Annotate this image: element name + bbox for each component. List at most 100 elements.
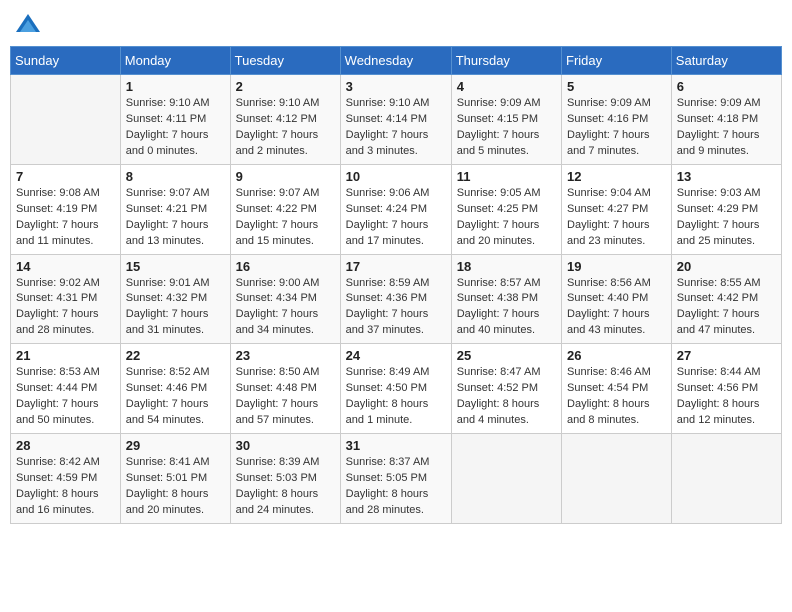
day-info: Sunrise: 8:44 AM Sunset: 4:56 PM Dayligh…: [677, 365, 776, 429]
calendar-week-row: 21Sunrise: 8:53 AM Sunset: 4:44 PM Dayli…: [11, 344, 782, 434]
calendar-cell: 3 Sunrise: 9:10 AM Sunset: 4:14 PM Daylig…: [340, 75, 451, 165]
calendar-cell: 6Sunrise: 9:09 AM Sunset: 4:18 PM Daylig…: [671, 75, 781, 165]
calendar-table: SundayMondayTuesdayWednesdayThursdayFrid…: [10, 46, 782, 524]
day-number: 6: [677, 79, 776, 94]
calendar-cell: 8Sunrise: 9:07 AM Sunset: 4:21 PM Daylig…: [120, 164, 230, 254]
day-info: Sunrise: 8:57 AM Sunset: 4:38 PM Dayligh…: [457, 276, 556, 340]
day-info: Sunrise: 8:59 AM Sunset: 4:36 PM Dayligh…: [346, 276, 446, 340]
day-of-week-header: Wednesday: [340, 47, 451, 75]
logo: [14, 10, 46, 38]
day-info: Sunrise: 9:07 AM Sunset: 4:21 PM Dayligh…: [126, 186, 225, 250]
calendar-cell: 18 Sunrise: 8:57 AM Sunset: 4:38 PM Dayli…: [451, 254, 561, 344]
calendar-cell: 1Sunrise: 9:10 AM Sunset: 4:11 PM Daylig…: [120, 75, 230, 165]
calendar-cell: 4 Sunrise: 9:09 AM Sunset: 4:15 PM Daylig…: [451, 75, 561, 165]
day-info: Sunrise: 9:07 AM Sunset: 4:22 PM Dayligh…: [236, 186, 335, 250]
calendar-cell: 16 Sunrise: 9:00 AM Sunset: 4:34 PM Dayli…: [230, 254, 340, 344]
day-number: 7: [16, 169, 115, 184]
day-number: 26: [567, 348, 666, 363]
day-number: 19: [567, 259, 666, 274]
calendar-cell: 23 Sunrise: 8:50 AM Sunset: 4:48 PM Dayli…: [230, 344, 340, 434]
calendar-week-row: 14 Sunrise: 9:02 AM Sunset: 4:31 PM Dayli…: [11, 254, 782, 344]
calendar-cell: 10 Sunrise: 9:06 AM Sunset: 4:24 PM Dayli…: [340, 164, 451, 254]
day-info: Sunrise: 8:52 AM Sunset: 4:46 PM Dayligh…: [126, 365, 225, 429]
calendar-cell: 26 Sunrise: 8:46 AM Sunset: 4:54 PM Dayli…: [562, 344, 672, 434]
day-info: Sunrise: 8:46 AM Sunset: 4:54 PM Dayligh…: [567, 365, 666, 429]
day-info: Sunrise: 8:37 AM Sunset: 5:05 PM Dayligh…: [346, 455, 446, 519]
day-of-week-header: Thursday: [451, 47, 561, 75]
day-info: Sunrise: 9:03 AM Sunset: 4:29 PM Dayligh…: [677, 186, 776, 250]
calendar-cell: 13 Sunrise: 9:03 AM Sunset: 4:29 PM Dayli…: [671, 164, 781, 254]
day-number: 18: [457, 259, 556, 274]
day-info: Sunrise: 8:50 AM Sunset: 4:48 PM Dayligh…: [236, 365, 335, 429]
calendar-cell: 7 Sunrise: 9:08 AM Sunset: 4:19 PM Daylig…: [11, 164, 121, 254]
day-number: 13: [677, 169, 776, 184]
calendar-cell: 17 Sunrise: 8:59 AM Sunset: 4:36 PM Dayli…: [340, 254, 451, 344]
calendar-cell: 29 Sunrise: 8:41 AM Sunset: 5:01 PM Dayli…: [120, 434, 230, 524]
day-info: Sunrise: 9:01 AM Sunset: 4:32 PM Dayligh…: [126, 276, 225, 340]
calendar-cell: [562, 434, 672, 524]
calendar-cell: 9 Sunrise: 9:07 AM Sunset: 4:22 PM Daylig…: [230, 164, 340, 254]
calendar-week-row: 1Sunrise: 9:10 AM Sunset: 4:11 PM Daylig…: [11, 75, 782, 165]
day-info: Sunrise: 8:39 AM Sunset: 5:03 PM Dayligh…: [236, 455, 335, 519]
day-number: 5: [567, 79, 666, 94]
day-number: 14: [16, 259, 115, 274]
day-number: 15: [126, 259, 225, 274]
day-number: 12: [567, 169, 666, 184]
day-number: 31: [346, 438, 446, 453]
day-of-week-header: Tuesday: [230, 47, 340, 75]
day-number: 20: [677, 259, 776, 274]
day-number: 10: [346, 169, 446, 184]
day-number: 29: [126, 438, 225, 453]
calendar-cell: 24 Sunrise: 8:49 AM Sunset: 4:50 PM Dayli…: [340, 344, 451, 434]
logo-icon: [14, 10, 42, 38]
day-info: Sunrise: 9:09 AM Sunset: 4:15 PM Dayligh…: [457, 96, 556, 160]
day-info: Sunrise: 8:49 AM Sunset: 4:50 PM Dayligh…: [346, 365, 446, 429]
calendar-cell: [671, 434, 781, 524]
page-header: [10, 10, 782, 38]
calendar-cell: 28Sunrise: 8:42 AM Sunset: 4:59 PM Dayli…: [11, 434, 121, 524]
calendar-cell: 20 Sunrise: 8:55 AM Sunset: 4:42 PM Dayli…: [671, 254, 781, 344]
day-info: Sunrise: 9:10 AM Sunset: 4:12 PM Dayligh…: [236, 96, 335, 160]
day-info: Sunrise: 8:55 AM Sunset: 4:42 PM Dayligh…: [677, 276, 776, 340]
calendar-cell: 15 Sunrise: 9:01 AM Sunset: 4:32 PM Dayli…: [120, 254, 230, 344]
day-number: 30: [236, 438, 335, 453]
day-info: Sunrise: 9:06 AM Sunset: 4:24 PM Dayligh…: [346, 186, 446, 250]
day-info: Sunrise: 9:08 AM Sunset: 4:19 PM Dayligh…: [16, 186, 115, 250]
calendar-cell: [451, 434, 561, 524]
day-number: 11: [457, 169, 556, 184]
day-number: 24: [346, 348, 446, 363]
day-number: 23: [236, 348, 335, 363]
day-number: 21: [16, 348, 115, 363]
day-info: Sunrise: 8:41 AM Sunset: 5:01 PM Dayligh…: [126, 455, 225, 519]
calendar-cell: 2 Sunrise: 9:10 AM Sunset: 4:12 PM Daylig…: [230, 75, 340, 165]
day-info: Sunrise: 9:00 AM Sunset: 4:34 PM Dayligh…: [236, 276, 335, 340]
calendar-cell: 31 Sunrise: 8:37 AM Sunset: 5:05 PM Dayli…: [340, 434, 451, 524]
day-info: Sunrise: 9:10 AM Sunset: 4:14 PM Dayligh…: [346, 96, 446, 160]
calendar-cell: 12 Sunrise: 9:04 AM Sunset: 4:27 PM Dayli…: [562, 164, 672, 254]
calendar-cell: 22 Sunrise: 8:52 AM Sunset: 4:46 PM Dayli…: [120, 344, 230, 434]
calendar-week-row: 28Sunrise: 8:42 AM Sunset: 4:59 PM Dayli…: [11, 434, 782, 524]
day-number: 17: [346, 259, 446, 274]
day-number: 3: [346, 79, 446, 94]
day-info: Sunrise: 9:02 AM Sunset: 4:31 PM Dayligh…: [16, 276, 115, 340]
day-number: 4: [457, 79, 556, 94]
day-info: Sunrise: 8:42 AM Sunset: 4:59 PM Dayligh…: [16, 455, 115, 519]
calendar-cell: 21Sunrise: 8:53 AM Sunset: 4:44 PM Dayli…: [11, 344, 121, 434]
day-number: 9: [236, 169, 335, 184]
calendar-cell: 25Sunrise: 8:47 AM Sunset: 4:52 PM Dayli…: [451, 344, 561, 434]
calendar-cell: 14 Sunrise: 9:02 AM Sunset: 4:31 PM Dayli…: [11, 254, 121, 344]
day-of-week-header: Sunday: [11, 47, 121, 75]
calendar-cell: 19 Sunrise: 8:56 AM Sunset: 4:40 PM Dayli…: [562, 254, 672, 344]
day-of-week-header: Saturday: [671, 47, 781, 75]
day-info: Sunrise: 9:04 AM Sunset: 4:27 PM Dayligh…: [567, 186, 666, 250]
day-number: 16: [236, 259, 335, 274]
day-number: 27: [677, 348, 776, 363]
day-of-week-header: Friday: [562, 47, 672, 75]
calendar-header: SundayMondayTuesdayWednesdayThursdayFrid…: [11, 47, 782, 75]
calendar-cell: 5Sunrise: 9:09 AM Sunset: 4:16 PM Daylig…: [562, 75, 672, 165]
day-info: Sunrise: 8:56 AM Sunset: 4:40 PM Dayligh…: [567, 276, 666, 340]
day-number: 2: [236, 79, 335, 94]
day-info: Sunrise: 9:10 AM Sunset: 4:11 PM Dayligh…: [126, 96, 225, 160]
day-number: 22: [126, 348, 225, 363]
calendar-week-row: 7 Sunrise: 9:08 AM Sunset: 4:19 PM Daylig…: [11, 164, 782, 254]
